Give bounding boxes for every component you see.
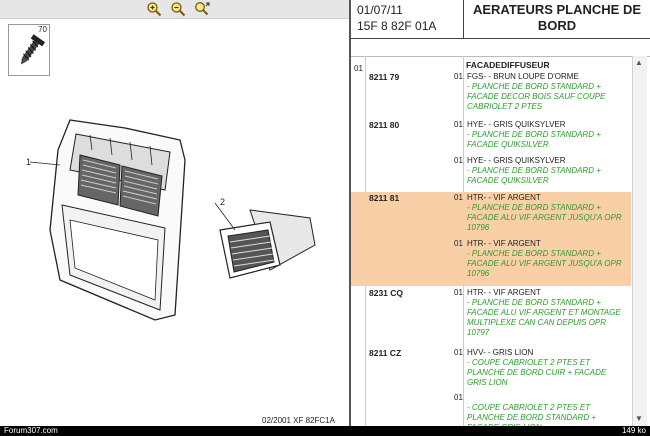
viewer-toolbar <box>0 0 350 19</box>
screw-part-box[interactable]: 70 <box>8 24 50 76</box>
part-application-note: PLANCHE DE BORD CUIR + FACADE <box>467 368 607 377</box>
zoom-fit-icon[interactable] <box>194 1 210 17</box>
part-application-note: FACADE DECOR BOIS SAUF COUPE <box>467 92 606 101</box>
part-reference[interactable]: 8231 CQ <box>369 288 403 298</box>
part-description: HYE- - GRIS QUIKSYLVER <box>467 156 566 165</box>
part-application-note: - PLANCHE DE BORD STANDARD + <box>467 203 601 212</box>
part-application-note: FACADE QUIKSILVER <box>467 140 549 149</box>
part-description: HTR- - VIF ARGENT <box>467 193 541 202</box>
air-vent-drawing <box>214 202 316 279</box>
part-application-note: - COUPE CABRIOLET 2 PTES ET <box>467 358 591 367</box>
callout-1: 1 <box>26 157 32 167</box>
callout-2: 2 <box>220 197 226 207</box>
status-bar: Forum307.com 149 ko <box>0 426 650 436</box>
part-quantity: 01 <box>454 193 463 202</box>
part-application-note: - PLANCHE DE BORD STANDARD + <box>467 130 601 139</box>
part-reference[interactable]: 8211 81 <box>369 193 399 203</box>
parts-pane: 01/07/11 15F 8 82F 01A AERATEURS PLANCHE… <box>351 0 650 426</box>
dashboard-facade-drawing <box>30 119 186 321</box>
part-application-note: FACADE ALU VIF ARGENT JUSQU'A OPR <box>467 259 622 268</box>
zoom-out-icon[interactable] <box>170 1 186 17</box>
part-application-note: FACADE ALU VIF ARGENT JUSQU'A OPR <box>467 213 622 222</box>
header-date: 01/07/11 <box>357 3 403 17</box>
part-quantity: 01 <box>454 120 463 129</box>
part-quantity: 01 <box>454 239 463 248</box>
part-quantity: 01 <box>454 288 463 297</box>
part-quantity: 01 <box>454 72 463 81</box>
part-description: HVV- - GRIS LION <box>467 348 534 357</box>
part-application-note: - PLANCHE DE BORD STANDARD + <box>467 249 601 258</box>
diagram-reference: 02/2001 XF 82FC1A <box>262 416 335 425</box>
part-application-note: - PLANCHE DE BORD STANDARD + <box>467 298 601 307</box>
scroll-up-icon[interactable]: ▲ <box>635 58 643 67</box>
section-title: FACADEDIFFUSEUR <box>466 60 550 70</box>
page-title: AERATEURS PLANCHE DE BORD <box>472 2 642 33</box>
part-application-note: FACADE QUIKSILVER <box>467 176 549 185</box>
diagram-pane: 70 1 2 02/2001 XF 82FC1A <box>0 0 350 436</box>
zoom-in-icon[interactable] <box>146 1 162 17</box>
status-site: Forum307.com <box>4 426 58 435</box>
section-number: 01 <box>354 64 363 73</box>
part-application-note: PLANCHE DE BORD STANDARD + <box>467 413 596 422</box>
page-header: 01/07/11 15F 8 82F 01A AERATEURS PLANCHE… <box>351 0 650 39</box>
part-application-note: 10796 <box>467 223 490 232</box>
part-reference[interactable]: 8211 CZ <box>369 348 401 358</box>
part-application-note: - COUPE CABRIOLET 2 PTES ET <box>467 403 591 412</box>
part-description: HYE- - GRIS QUIKSYLVER <box>467 120 566 129</box>
part-quantity: 01 <box>454 393 463 402</box>
part-application-note: CABRIOLET 2 PTES <box>467 102 543 111</box>
part-application-note: 10797 <box>467 328 490 337</box>
part-application-note: 10796 <box>467 269 490 278</box>
part-reference[interactable]: 8211 80 <box>369 120 399 130</box>
part-quantity: 01 <box>454 156 463 165</box>
part-application-note: - PLANCHE DE BORD STANDARD + <box>467 166 601 175</box>
part-reference[interactable]: 8211 79 <box>369 72 399 82</box>
part-application-note: GRIS LION <box>467 378 508 387</box>
part-application-note: - PLANCHE DE BORD STANDARD + <box>467 82 601 91</box>
part-application-note: FACADE ALU VIF ARGENT ET MONTAGE <box>467 308 621 317</box>
part-description: FGS- - BRUN LOUPE D'ORME <box>467 72 579 81</box>
header-code: 15F 8 82F 01A <box>357 19 437 33</box>
scroll-down-icon[interactable]: ▼ <box>635 414 643 423</box>
part-quantity: 01 <box>454 348 463 357</box>
table-subheader <box>351 38 650 57</box>
part-description: HTR- - VIF ARGENT <box>467 288 541 297</box>
part-application-note: MULTIPLEXE CAN CAN DEPUIS OPR <box>467 318 606 327</box>
header-meta: 01/07/11 15F 8 82F 01A <box>351 0 464 38</box>
screw-part-number: 70 <box>38 25 47 34</box>
vertical-scrollbar[interactable]: ▲ ▼ <box>632 56 647 426</box>
part-description: HTR- - VIF ARGENT <box>467 239 541 248</box>
status-size: 149 ko <box>621 426 646 435</box>
